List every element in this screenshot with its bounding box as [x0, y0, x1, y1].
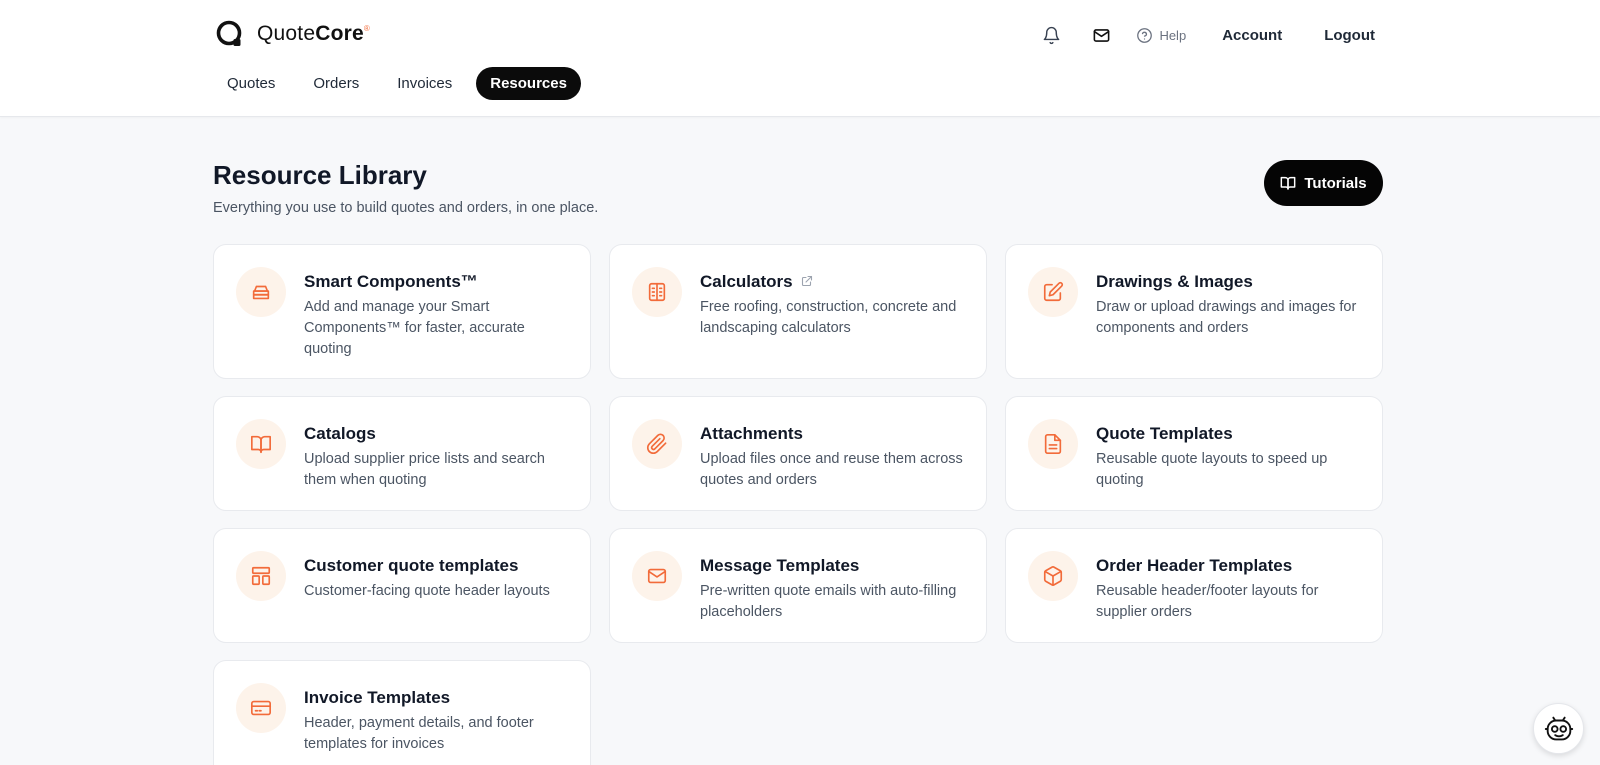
- card-attachments[interactable]: Attachments Upload files once and reuse …: [609, 396, 987, 511]
- tab-resources[interactable]: Resources: [476, 66, 581, 100]
- card-description: Upload supplier price lists and search t…: [304, 451, 545, 488]
- tab-orders[interactable]: Orders: [299, 67, 373, 100]
- card-icon-badge: [1028, 419, 1078, 469]
- top-navigation: QuoteCore® Help Account Logout Quotes Or…: [0, 0, 1600, 117]
- page-title: Resource Library: [213, 160, 427, 190]
- card-drawings-images[interactable]: Drawings & Images Draw or upload drawing…: [1005, 244, 1383, 379]
- help-circle-icon: [1137, 27, 1153, 43]
- header-actions: Help Account Logout: [1036, 20, 1375, 50]
- edit-icon: [1043, 281, 1064, 302]
- tutorials-label: Tutorials: [1304, 174, 1367, 192]
- card-quote-templates[interactable]: Quote Templates Reusable quote layouts t…: [1005, 396, 1383, 511]
- mail-icon: [1093, 28, 1110, 42]
- account-link[interactable]: Account: [1222, 27, 1282, 44]
- resource-grid: Smart Components™ Add and manage your Sm…: [213, 244, 1385, 765]
- stack-icon: [252, 285, 270, 300]
- card-description: Reusable quote layouts to speed up quoti…: [1096, 451, 1328, 488]
- card-title: Quote Templates: [1096, 424, 1233, 443]
- card-icon-badge: [1028, 267, 1078, 317]
- card-catalogs[interactable]: Catalogs Upload supplier price lists and…: [213, 396, 591, 511]
- card-title: Invoice Templates: [304, 688, 451, 707]
- card-description: Pre-written quote emails with auto-filli…: [700, 583, 957, 620]
- logo-text: QuoteCore®: [257, 22, 370, 45]
- card-icon-badge: [632, 267, 682, 317]
- card-title-row: Calculators: [700, 272, 964, 292]
- card-title: Order Header Templates: [1096, 556, 1293, 575]
- card-message-templates[interactable]: Message Templates Pre-written quote emai…: [609, 528, 987, 643]
- card-icon-badge: [632, 419, 682, 469]
- layout-icon: [251, 566, 271, 586]
- tab-quotes[interactable]: Quotes: [213, 67, 289, 100]
- card-description: Reusable header/footer layouts for suppl…: [1096, 583, 1319, 620]
- card-description: Customer-facing quote header layouts: [304, 583, 550, 599]
- tab-invoices[interactable]: Invoices: [383, 67, 466, 100]
- card-icon: [251, 700, 271, 716]
- external-link-icon: [801, 272, 813, 292]
- card-icon-badge: [236, 551, 286, 601]
- paperclip-icon: [646, 433, 667, 455]
- card-title: Catalogs: [304, 424, 376, 443]
- quotecore-logo-icon: [216, 20, 242, 46]
- robot-icon: [1544, 716, 1573, 740]
- card-title: Calculators: [700, 272, 793, 291]
- document-icon: [1044, 434, 1062, 454]
- card-order-header-templates[interactable]: Order Header Templates Reusable header/f…: [1005, 528, 1383, 643]
- help-link[interactable]: Help: [1136, 27, 1186, 44]
- card-description: Upload files once and reuse them across …: [700, 451, 963, 488]
- card-title: Smart Components™: [304, 272, 478, 291]
- card-description: Free roofing, construction, concrete and…: [700, 299, 957, 336]
- main-tabs: Quotes Orders Invoices Resources: [213, 66, 581, 100]
- card-customer-quote-templates[interactable]: Customer quote templates Customer-facing…: [213, 528, 591, 643]
- card-description: Header, payment details, and footer temp…: [304, 715, 534, 752]
- notifications-button[interactable]: [1036, 20, 1066, 50]
- card-title: Customer quote templates: [304, 556, 519, 575]
- box-icon: [1043, 566, 1063, 586]
- book-open-icon: [1280, 176, 1296, 190]
- tutorials-button[interactable]: Tutorials: [1264, 160, 1383, 206]
- bell-icon: [1043, 26, 1060, 44]
- card-icon-badge: [236, 419, 286, 469]
- card-icon-badge: [632, 551, 682, 601]
- card-description: Draw or upload drawings and images for c…: [1096, 299, 1357, 336]
- assistant-chat-button[interactable]: [1533, 703, 1584, 754]
- card-calculators[interactable]: Calculators Free roofing, construction, …: [609, 244, 987, 379]
- card-description: Add and manage your Smart Components™ fo…: [304, 299, 525, 357]
- logo[interactable]: QuoteCore®: [215, 19, 370, 49]
- card-icon-badge: [236, 267, 286, 317]
- card-icon-badge: [236, 683, 286, 733]
- calculator-icon: [648, 282, 666, 302]
- card-smart-components[interactable]: Smart Components™ Add and manage your Sm…: [213, 244, 591, 379]
- card-invoice-templates[interactable]: Invoice Templates Header, payment detail…: [213, 660, 591, 765]
- card-title: Attachments: [700, 424, 803, 443]
- card-title: Message Templates: [700, 556, 860, 575]
- help-label: Help: [1159, 27, 1187, 43]
- mail-icon: [647, 568, 667, 584]
- book-icon: [251, 435, 271, 454]
- card-title: Drawings & Images: [1096, 272, 1253, 291]
- messages-button[interactable]: [1086, 20, 1116, 50]
- card-icon-badge: [1028, 551, 1078, 601]
- page-subtitle: Everything you use to build quotes and o…: [213, 200, 599, 216]
- logout-link[interactable]: Logout: [1324, 27, 1375, 44]
